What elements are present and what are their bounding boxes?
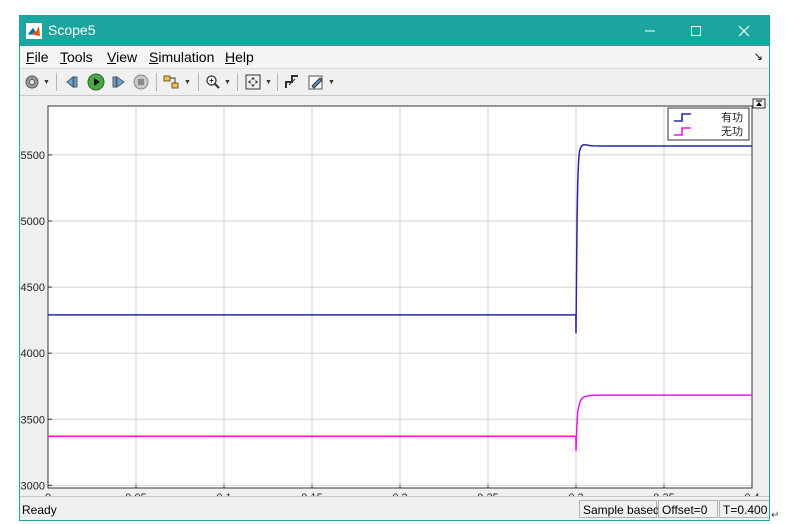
fit-view-icon <box>245 74 261 90</box>
menu-simulation-mnemonic: S <box>149 49 159 65</box>
close-button[interactable] <box>721 16 767 46</box>
menu-tools-mnemonic: T <box>60 49 67 65</box>
toolbar: ▼ ▼ ▼ ▼ ▼ <box>20 68 769 96</box>
step-forward-icon <box>112 76 125 88</box>
matlab-icon <box>26 23 42 39</box>
y-tick-label: 3000 <box>21 480 45 492</box>
close-icon <box>738 25 750 37</box>
legend-label-1: 有功 <box>721 110 743 124</box>
scope-display[interactable]: 00.050.10.150.20.250.30.350.430003500400… <box>20 96 769 496</box>
sample-mode: Sample based <box>579 500 660 518</box>
menu-help-mnemonic: H <box>225 49 236 65</box>
zoom-in-button[interactable]: ▼ <box>205 72 231 92</box>
offset-value: Offset=0 <box>658 500 718 518</box>
gear-icon <box>25 75 39 89</box>
menu-tools[interactable]: Tools <box>60 49 93 65</box>
scope-plot[interactable]: 00.050.10.150.20.250.30.350.430003500400… <box>20 96 769 496</box>
status-bar: Ready Sample based Offset=0 T=0.400 <box>20 496 769 520</box>
menu-tools-label: ools <box>67 49 93 65</box>
legend-toggle-button[interactable] <box>752 98 766 109</box>
maximize-button[interactable] <box>673 16 719 46</box>
cursor-measure-button[interactable] <box>283 72 301 92</box>
y-tick-label: 5500 <box>21 150 45 162</box>
zoom-in-icon <box>206 75 220 89</box>
menu-view-mnemonic: V <box>107 49 117 65</box>
y-tick-label: 5000 <box>21 216 45 228</box>
menu-file-label: ile <box>34 49 49 65</box>
run-icon <box>87 73 105 91</box>
stop-button[interactable] <box>133 72 149 92</box>
stop-icon <box>133 74 149 90</box>
highlight-block-button[interactable]: ▼ <box>163 72 191 92</box>
axes-layer: 00.050.10.150.20.250.30.350.430003500400… <box>21 105 760 496</box>
menu-view[interactable]: View <box>107 49 137 65</box>
minimize-icon <box>645 30 655 32</box>
step-forward-button[interactable] <box>111 72 127 92</box>
fit-view-button[interactable]: ▼ <box>244 72 272 92</box>
y-tick-label: 4500 <box>21 282 45 294</box>
menu-file-mnemonic: F <box>26 49 35 65</box>
title-bar[interactable]: Scope5 <box>20 16 769 46</box>
scope-window: Scope5 File Tools View Simulation Help ↘… <box>19 15 770 521</box>
menu-simulation[interactable]: Simulation <box>149 49 214 65</box>
maximize-icon <box>691 26 701 36</box>
window-title: Scope5 <box>48 22 96 38</box>
menu-help-label: elp <box>235 49 254 65</box>
menu-view-label: iew <box>116 49 138 65</box>
menu-simulation-label: imulation <box>158 49 215 65</box>
y-tick-label: 4000 <box>21 348 45 360</box>
cursor-measure-icon <box>285 75 298 88</box>
menu-bar: File Tools View Simulation Help ↘ <box>20 46 769 68</box>
highlight-icon <box>163 75 179 89</box>
y-tick-label: 3500 <box>21 414 45 426</box>
edit-style-button[interactable]: ▼ <box>307 72 335 92</box>
legend[interactable]: 有功无功 <box>667 107 750 141</box>
run-button[interactable] <box>87 72 105 92</box>
edit-style-icon <box>308 75 323 90</box>
status-text: Ready <box>22 503 57 517</box>
settings-button[interactable]: ▼ <box>24 72 50 92</box>
step-back-button[interactable] <box>64 72 80 92</box>
menu-file[interactable]: File <box>26 49 49 65</box>
minimize-button[interactable] <box>627 16 673 46</box>
menu-help[interactable]: Help <box>225 49 254 65</box>
step-back-icon <box>66 75 78 89</box>
time-value: T=0.400 <box>719 500 769 518</box>
legend-label-2: 无功 <box>721 125 743 138</box>
dock-arrow-icon[interactable]: ↘ <box>754 50 763 63</box>
paragraph-mark: ↵ <box>771 510 780 521</box>
